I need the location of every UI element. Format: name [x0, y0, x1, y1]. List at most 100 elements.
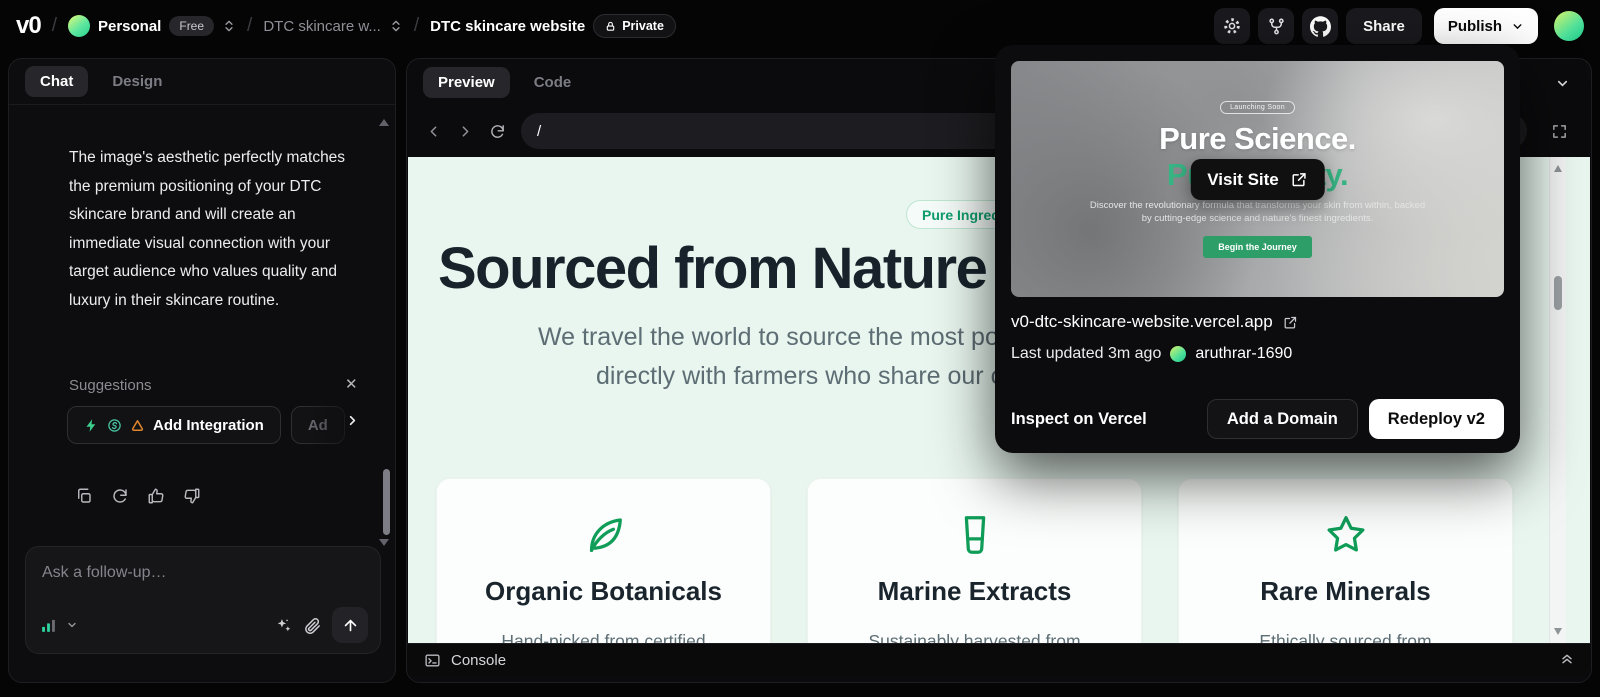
thumb-badge: Launching Soon: [1220, 101, 1295, 114]
send-button[interactable]: [332, 607, 368, 643]
preview-scroll-up-arrow[interactable]: [1554, 165, 1562, 172]
project-name: DTC skincare website: [430, 17, 586, 35]
swirl-icon: [107, 418, 122, 433]
chat-scroll-down-arrow[interactable]: [379, 539, 389, 546]
site-card-text: Sustainably harvested from: [868, 631, 1081, 643]
topbar-actions: Share Publish: [1214, 8, 1584, 44]
breadcrumb: v0 / Personal Free / DTC skincare w... /…: [16, 12, 676, 40]
team-avatar: [67, 15, 90, 37]
deployment-tag: aruthrar-1690: [1195, 345, 1293, 362]
deployment-actions: Inspect on Vercel Add a Domain Redeploy …: [1011, 399, 1504, 439]
refresh-icon: [491, 124, 504, 138]
inspect-on-vercel-button[interactable]: Inspect on Vercel: [1011, 410, 1147, 429]
copy-icon: [78, 488, 91, 503]
terminal-icon: [425, 654, 440, 667]
fullscreen-icon: [1552, 124, 1566, 138]
visit-site-label: Visit Site: [1207, 169, 1279, 189]
attach-button[interactable]: [303, 616, 322, 635]
fork-icon: [1267, 17, 1286, 36]
console-bar[interactable]: Console: [407, 643, 1591, 677]
chat-scrollbar-thumb[interactable]: [383, 469, 390, 535]
forward-button[interactable]: [457, 123, 474, 140]
team-selector[interactable]: Personal Free: [67, 15, 236, 37]
plan-badge: Free: [169, 16, 215, 36]
add-domain-button[interactable]: Add a Domain: [1206, 399, 1358, 439]
site-card-title: Organic Botanicals: [485, 576, 722, 606]
thumbs-up-button[interactable]: [147, 487, 165, 505]
deployment-popup: Launching Soon Pure Science. Pure Beauty…: [995, 45, 1520, 453]
chat-selector[interactable]: DTC skincare w...: [263, 18, 403, 35]
thumb-cta-button[interactable]: Begin the Journey: [1203, 236, 1312, 258]
composer: [25, 546, 381, 654]
preview-scrollbar-thumb[interactable]: [1554, 276, 1562, 310]
site-card-text: Ethically sourced from: [1259, 631, 1432, 643]
enhance-prompt-button[interactable]: [274, 616, 293, 635]
project-crumb[interactable]: DTC skincare website Private: [430, 14, 676, 38]
thumbs-down-button[interactable]: [183, 487, 201, 505]
retry-button[interactable]: [111, 487, 129, 505]
chevron-down-icon: [1557, 80, 1567, 87]
publish-button[interactable]: Publish: [1433, 8, 1538, 44]
breadcrumb-separator: /: [413, 15, 420, 36]
versions-button[interactable]: [1258, 8, 1295, 44]
deployment-domain: v0-dtc-skincare-website.vercel.app: [1011, 312, 1273, 331]
v0-logo[interactable]: v0: [16, 12, 42, 40]
site-card-title: Marine Extracts: [877, 576, 1072, 606]
deployer-avatar: [1170, 346, 1187, 362]
chat-panel-tabs: Chat Design: [9, 59, 395, 105]
chevron-down-icon: [68, 622, 76, 628]
bolt-icon: [84, 418, 99, 433]
chevron-right-icon: [462, 125, 469, 137]
console-expand-button[interactable]: [1559, 651, 1575, 667]
chevron-left-icon: [430, 125, 437, 137]
share-button[interactable]: Share: [1346, 8, 1422, 44]
external-link-icon: [1284, 316, 1296, 328]
preview-scrollbar[interactable]: [1549, 157, 1566, 643]
flame-icon: [130, 418, 145, 433]
suggestion-secondary-label: Ad: [307, 416, 328, 434]
chat-scroll-up-arrow[interactable]: [379, 119, 389, 126]
user-avatar[interactable]: [1554, 11, 1584, 41]
model-selector[interactable]: [40, 617, 78, 634]
beaker-icon: [808, 512, 1141, 558]
close-icon: ✕: [345, 376, 358, 393]
visit-site-button[interactable]: Visit Site: [1190, 159, 1325, 200]
panel-collapse-button[interactable]: [1547, 68, 1577, 98]
deployment-domain-link[interactable]: v0-dtc-skincare-website.vercel.app: [1011, 312, 1504, 332]
chevrons-updown-icon: [222, 19, 236, 33]
thumbs-down-icon: [184, 488, 200, 504]
followup-input[interactable]: [26, 547, 380, 582]
refresh-icon: [113, 489, 127, 503]
preview-scroll-down-arrow[interactable]: [1554, 628, 1562, 635]
deployment-preview-thumbnail: Launching Soon Pure Science. Pure Beauty…: [1011, 61, 1504, 297]
refresh-button[interactable]: [489, 123, 506, 140]
gear-icon: [1222, 16, 1242, 36]
suggestion-secondary-button[interactable]: Ad: [290, 406, 345, 444]
redeploy-button[interactable]: Redeploy v2: [1368, 399, 1504, 439]
external-link-icon: [1292, 173, 1306, 187]
add-integration-button[interactable]: Add Integration: [67, 406, 281, 444]
deployment-meta: Last updated 3m ago aruthrar-1690: [1011, 345, 1504, 363]
settings-button[interactable]: [1214, 8, 1251, 44]
tab-design[interactable]: Design: [112, 73, 162, 90]
copy-button[interactable]: [75, 487, 93, 505]
tab-preview[interactable]: Preview: [423, 66, 510, 98]
back-button[interactable]: [425, 123, 442, 140]
tab-code[interactable]: Code: [534, 74, 572, 91]
assistant-message: The image's aesthetic perfectly matches …: [69, 149, 346, 309]
chat-panel: Chat Design The image's aesthetic perfec…: [8, 58, 396, 683]
suggestions-close-button[interactable]: ✕: [345, 375, 358, 393]
paperclip-icon: [305, 617, 320, 634]
chevrons-updown-icon: [389, 19, 403, 33]
tab-chat[interactable]: Chat: [25, 66, 89, 97]
site-hero-heading: Sourced from Nature: [438, 236, 988, 301]
privacy-label: Private: [622, 19, 664, 33]
chevron-down-icon: [1511, 20, 1524, 33]
composer-toolbar: [40, 607, 368, 643]
star-icon: [1179, 512, 1512, 558]
github-button[interactable]: [1302, 8, 1339, 44]
suggestions-scroll-right-button[interactable]: [345, 413, 360, 428]
privacy-badge[interactable]: Private: [593, 14, 676, 38]
message-actions: [75, 487, 201, 505]
fullscreen-button[interactable]: [1543, 115, 1575, 147]
